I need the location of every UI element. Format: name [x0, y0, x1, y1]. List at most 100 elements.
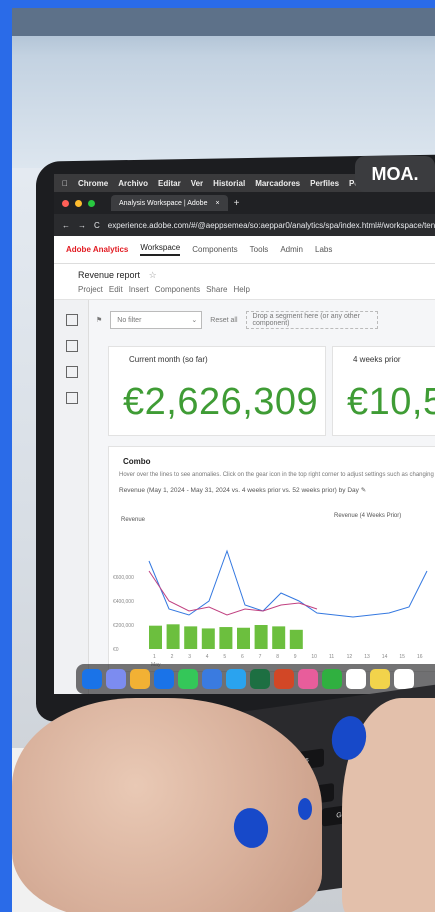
- menu-components[interactable]: Components: [155, 285, 200, 294]
- kpi-value: €2,626,309: [123, 381, 319, 423]
- drop-zone-text: Drop a segment here (or any other compon…: [252, 313, 360, 327]
- x-tick-label: 10: [311, 654, 317, 660]
- menu-historial[interactable]: Historial: [213, 179, 245, 188]
- notes-icon[interactable]: [370, 669, 390, 689]
- menu-chrome[interactable]: Chrome: [78, 179, 108, 188]
- facetime-icon[interactable]: [322, 669, 342, 689]
- mail-icon[interactable]: [202, 669, 222, 689]
- address-bar[interactable]: ← → C experience.adobe.com/#/@aeppsemea/…: [54, 214, 435, 236]
- menu-share[interactable]: Share: [206, 285, 227, 294]
- visualizations-icon[interactable]: [66, 340, 78, 352]
- combo-chart: €600,000€400,000€200,000€01 2 3 4 5 6 7 8 9 10 11 1…: [113, 549, 428, 668]
- filter-dropdown[interactable]: No filter ⌄: [110, 311, 203, 329]
- reload-icon[interactable]: C: [94, 221, 100, 230]
- bar-6[interactable]: [237, 627, 250, 649]
- messages-icon[interactable]: [178, 669, 198, 689]
- chrome-icon[interactable]: [130, 669, 150, 689]
- x-tick-label: 3: [188, 654, 191, 660]
- bar-1[interactable]: [149, 625, 162, 649]
- new-tab-icon[interactable]: +: [234, 198, 240, 209]
- adobe-logo[interactable]: Adobe Analytics: [66, 245, 128, 254]
- fingernail-left-2: [298, 798, 312, 820]
- kpi-label: Current month (so far): [129, 355, 208, 364]
- combo-subtitle-text: Revenue (May 1, 2024 - May 31, 2024 vs. …: [119, 487, 359, 494]
- url-text[interactable]: experience.adobe.com/#/@aeppsemea/so:aep…: [108, 221, 435, 230]
- segment-drop-zone[interactable]: Drop a segment here (or any other compon…: [245, 311, 378, 329]
- kpi-card-current: Current month (so far) €2,626,309: [108, 346, 326, 436]
- x-tick-label: 9: [294, 654, 297, 660]
- forward-icon[interactable]: →: [78, 221, 86, 230]
- pencil-icon[interactable]: ✎: [361, 487, 366, 494]
- bar-5[interactable]: [219, 627, 233, 649]
- finder-icon[interactable]: [82, 669, 102, 689]
- nav-components[interactable]: Components: [192, 245, 237, 254]
- launchpad-icon[interactable]: [106, 669, 126, 689]
- reset-all-link[interactable]: Reset all: [210, 317, 237, 324]
- kpi-label: 4 weeks prior: [353, 355, 401, 364]
- safari-icon[interactable]: [154, 669, 174, 689]
- chevron-down-icon: ⌄: [191, 317, 198, 324]
- left-hand: [12, 698, 322, 912]
- nav-admin[interactable]: Admin: [280, 245, 303, 254]
- zoom-window-button[interactable]: [88, 199, 95, 207]
- filter-value: No filter: [117, 316, 142, 324]
- y-tick-label: €400,000: [113, 599, 134, 605]
- revenue-year-line[interactable]: [148, 570, 318, 616]
- powerpoint-icon[interactable]: [274, 669, 294, 689]
- tools-icon[interactable]: [66, 392, 78, 404]
- components-icon[interactable]: [66, 366, 78, 378]
- menu-marcadores[interactable]: Marcadores: [255, 179, 300, 188]
- kpi-value: €10,57: [347, 381, 435, 423]
- x-tick-label: 15: [399, 654, 405, 660]
- nav-workspace[interactable]: Workspace: [140, 243, 181, 256]
- x-tick-label: 16: [417, 654, 423, 660]
- report-header: Revenue report ☆ Project Edit Insert Com…: [54, 264, 435, 300]
- combo-panel: Combo Hover over the lines to see anomal…: [108, 446, 435, 672]
- browser-tabstrip: Analysis Workspace | Adobe × +: [54, 192, 435, 214]
- revenue-prior-line[interactable]: [148, 549, 428, 618]
- menu-project[interactable]: Project: [78, 285, 103, 294]
- nav-labs[interactable]: Labs: [315, 245, 332, 254]
- bar-7[interactable]: [254, 625, 268, 649]
- x-tick-label: 8: [276, 654, 279, 660]
- apple-icon[interactable]: : [62, 179, 68, 188]
- adobe-app-nav: Adobe Analytics Workspace Components Too…: [54, 236, 435, 264]
- filter-icon[interactable]: ⚑: [96, 316, 102, 324]
- y-tick-label: €200,000: [113, 623, 134, 629]
- legend-revenue: Revenue: [121, 517, 146, 523]
- combo-hint: Hover over the lines to see anomalies. C…: [119, 472, 435, 478]
- tab-close-icon[interactable]: ×: [215, 200, 219, 207]
- menu-insert[interactable]: Insert: [129, 285, 149, 294]
- bar-2[interactable]: [166, 624, 180, 649]
- panels-icon[interactable]: [66, 314, 78, 326]
- word-icon[interactable]: [226, 669, 246, 689]
- reminders-icon[interactable]: [394, 669, 414, 689]
- bar-9[interactable]: [289, 629, 303, 649]
- back-icon[interactable]: ←: [62, 221, 70, 230]
- browser-tab-title: Analysis Workspace | Adobe: [119, 199, 208, 207]
- browser-tab[interactable]: Analysis Workspace | Adobe ×: [111, 195, 228, 211]
- y-tick-label: €600,000: [113, 575, 134, 581]
- menu-ver[interactable]: Ver: [191, 179, 203, 188]
- report-menu: Project Edit Insert Components Share Hel…: [78, 285, 435, 294]
- bar-4[interactable]: [201, 628, 215, 649]
- bar-8[interactable]: [272, 626, 286, 649]
- x-tick-label: 5: [223, 654, 226, 660]
- photos-icon[interactable]: [298, 669, 318, 689]
- minimize-window-button[interactable]: [75, 199, 82, 207]
- star-icon[interactable]: ☆: [149, 270, 157, 280]
- excel-icon[interactable]: [250, 669, 270, 689]
- x-tick-label: 4: [206, 654, 209, 660]
- nav-tools[interactable]: Tools: [250, 245, 269, 254]
- menu-help[interactable]: Help: [233, 285, 249, 294]
- moa-logo: MOA.: [355, 156, 435, 192]
- menu-perfiles[interactable]: Perfiles: [310, 179, 339, 188]
- report-title-text: Revenue report: [78, 270, 141, 280]
- close-window-button[interactable]: [62, 199, 69, 207]
- bar-3[interactable]: [184, 626, 198, 649]
- calendar-icon[interactable]: [346, 669, 366, 689]
- menu-edit[interactable]: Edit: [109, 285, 123, 294]
- menu-archivo[interactable]: Archivo: [118, 179, 148, 188]
- menu-editar[interactable]: Editar: [158, 179, 181, 188]
- x-tick-label: 14: [382, 654, 388, 660]
